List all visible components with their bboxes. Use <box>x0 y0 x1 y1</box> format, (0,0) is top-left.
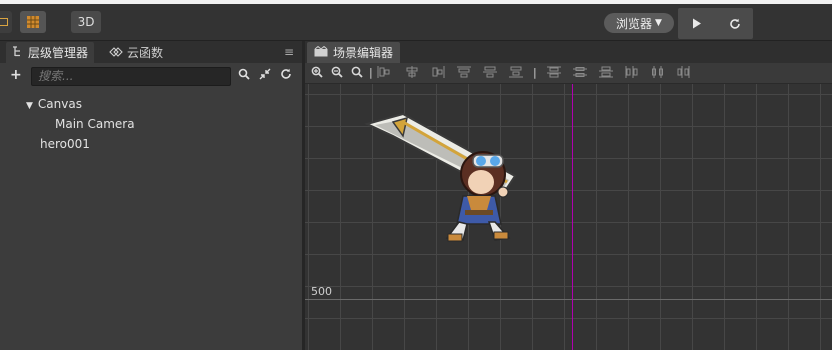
add-icon[interactable]: + <box>10 67 22 83</box>
axis-line-horizontal <box>305 299 832 300</box>
align-right-icon[interactable] <box>431 66 445 81</box>
hierarchy-tabbar: 层级管理器 云函数 ≡ <box>0 41 302 63</box>
align-vcenter-icon[interactable] <box>483 66 497 81</box>
hierarchy-search-row: + 搜索... <box>0 65 302 89</box>
align-left-icon[interactable] <box>377 66 391 81</box>
tree-node-label: hero001 <box>40 137 90 151</box>
distribute-top-icon[interactable] <box>547 66 561 81</box>
browser-label: 浏览器 <box>616 16 653 31</box>
scene-tabbar: 场景编辑器 <box>305 41 832 63</box>
distribute-right-icon[interactable] <box>677 66 691 81</box>
scene-editor-panel: 场景编辑器 | | 500 <box>305 41 832 350</box>
menu-icon[interactable]: ≡ <box>284 45 294 59</box>
tab-cloud-label: 云函数 <box>127 46 164 60</box>
refresh-icon[interactable] <box>280 68 292 83</box>
canvas-center-line <box>572 84 573 350</box>
distribute-bottom-icon[interactable] <box>599 66 613 81</box>
align-hcenter-icon[interactable] <box>405 66 419 81</box>
toolbar-separator: | <box>533 66 537 79</box>
tree-node-label: Main Camera <box>55 117 135 131</box>
expand-arrow-icon[interactable]: ▼ <box>26 101 33 111</box>
scene-viewport[interactable]: 500 <box>305 84 832 350</box>
align-top-icon[interactable] <box>457 66 471 81</box>
tab-scene-editor[interactable]: 场景编辑器 <box>307 42 401 63</box>
window-icon[interactable] <box>0 11 12 33</box>
tab-hierarchy[interactable]: 层级管理器 <box>6 42 95 63</box>
cloud-icon <box>109 46 123 60</box>
scene-toolbar: | | <box>305 63 832 84</box>
hero-sprite[interactable] <box>363 112 533 247</box>
browser-dropdown[interactable]: 浏览器 ▼ <box>604 13 674 33</box>
tree-node-main-camera[interactable]: Main Camera <box>55 117 135 131</box>
zoom-in-icon[interactable] <box>311 66 323 81</box>
chevron-down-icon: ▼ <box>655 18 662 28</box>
hierarchy-icon <box>12 45 24 60</box>
tab-cloud-functions[interactable]: 云函数 <box>103 42 169 63</box>
tree-node-canvas[interactable]: ▼ Canvas <box>26 97 82 111</box>
collapse-icon[interactable] <box>259 68 271 83</box>
distribute-hcenter-icon[interactable] <box>651 66 665 81</box>
tree-node-hero001[interactable]: hero001 <box>40 137 90 151</box>
main-toolbar: 3D 浏览器 ▼ <box>0 4 832 41</box>
hierarchy-panel: 层级管理器 云函数 ≡ + 搜索... ▼ Canvas Main Camera <box>0 41 302 350</box>
search-icon[interactable] <box>238 68 250 83</box>
distribute-vcenter-icon[interactable] <box>573 66 587 81</box>
preview-controls <box>678 8 753 39</box>
ruler-label: 500 <box>311 285 332 298</box>
play-button[interactable] <box>678 8 715 39</box>
search-input[interactable]: 搜索... <box>31 67 231 86</box>
zoom-out-icon[interactable] <box>331 66 343 81</box>
tab-hierarchy-label: 层级管理器 <box>28 46 89 60</box>
zoom-reset-icon[interactable] <box>351 66 363 81</box>
scene-icon <box>314 45 328 60</box>
tab-scene-label: 场景编辑器 <box>333 46 394 60</box>
tree-node-label: Canvas <box>37 97 82 111</box>
toolbar-separator: | <box>369 66 373 79</box>
align-bottom-icon[interactable] <box>509 66 523 81</box>
grid-icon[interactable] <box>20 11 46 33</box>
mode-3d-button[interactable]: 3D <box>71 11 101 33</box>
distribute-left-icon[interactable] <box>625 66 639 81</box>
refresh-button[interactable] <box>716 8 753 39</box>
